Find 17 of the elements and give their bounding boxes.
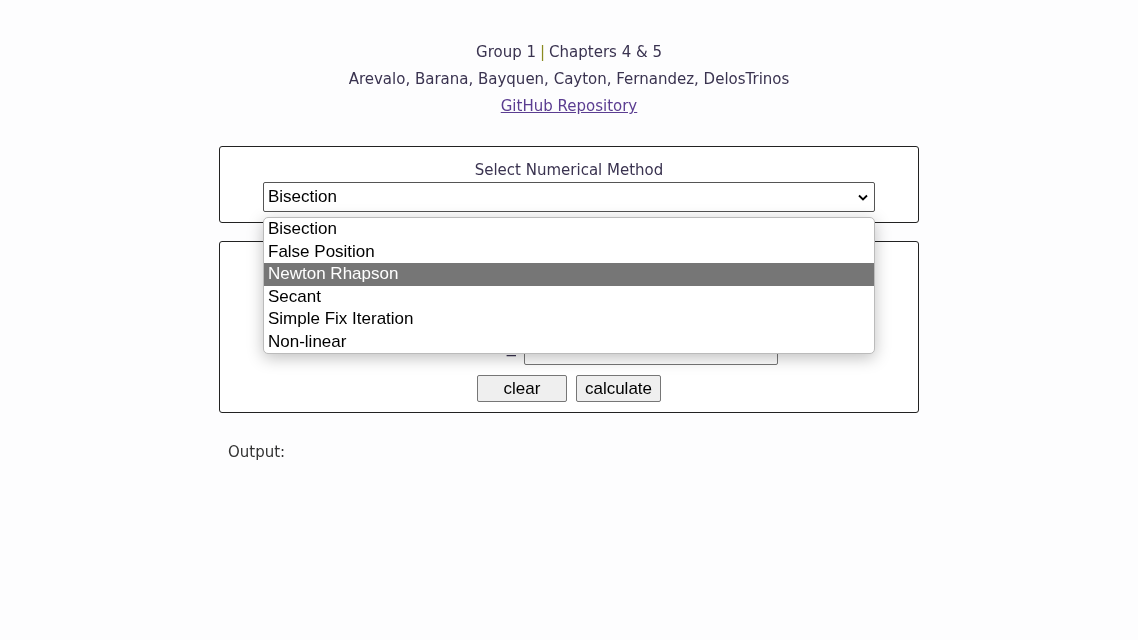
dropdown-option[interactable]: Secant [264, 285, 874, 308]
page-subtitle: Chapters 4 & 5 [549, 43, 662, 61]
repository-link[interactable]: GitHub Repository [500, 97, 638, 115]
clear-button[interactable]: clear [476, 375, 567, 402]
calculate-button[interactable]: calculate [575, 375, 662, 402]
author-list: Arevalo, Barana, Bayquen, Cayton, Fernandez, DelosTrinos [348, 70, 790, 88]
dropdown-option[interactable]: False Position [264, 240, 874, 263]
chevron-down-icon [858, 193, 868, 201]
output-label: Output: [228, 443, 286, 461]
dropdown-option[interactable]: Non-linear [264, 330, 874, 353]
dropdown-option[interactable]: Bisection [264, 218, 874, 241]
dropdown-option[interactable]: Newton Rhapson [264, 263, 874, 286]
page-title: Group 1 [476, 43, 536, 61]
method-label: Select Numerical Method [473, 160, 665, 181]
title-separator: | [540, 43, 546, 61]
dropdown-option[interactable]: Simple Fix Iteration [264, 308, 874, 331]
method-select[interactable]: Bisection [263, 182, 875, 212]
